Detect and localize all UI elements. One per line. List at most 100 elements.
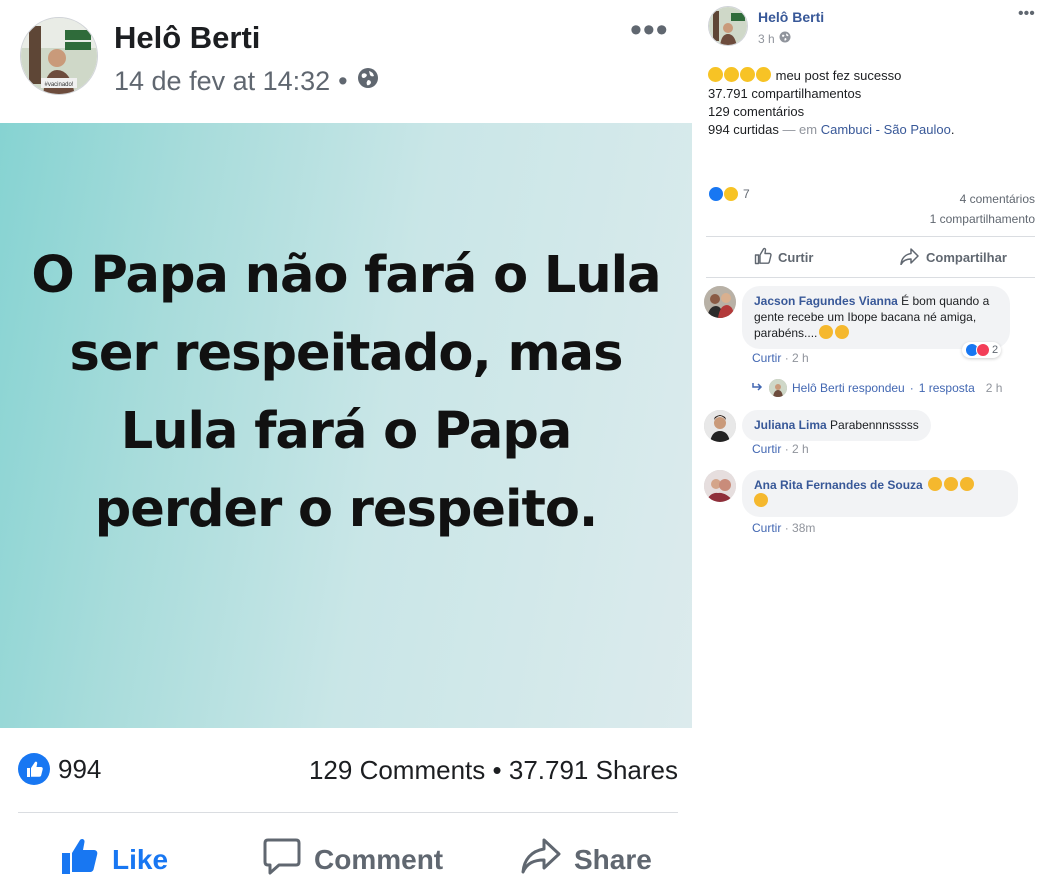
comment-bubble: Juliana Lima Parabennnsssss xyxy=(742,410,931,441)
like-button[interactable]: Like xyxy=(60,836,168,883)
share-label: Share xyxy=(574,843,652,875)
share-button[interactable]: Compartilhar xyxy=(900,247,1007,268)
reply-count: 1 resposta xyxy=(918,381,975,395)
comment-time[interactable]: 38m xyxy=(792,521,815,535)
replier-avatar xyxy=(769,379,787,397)
comment-like-link[interactable]: Curtir xyxy=(752,442,781,456)
comment-like-link[interactable]: Curtir xyxy=(752,521,781,535)
author-name[interactable]: Helô Berti xyxy=(758,9,824,25)
footer-dot: · xyxy=(784,442,793,456)
comments-shares-summary: 129 Comments • 37.791 Shares xyxy=(309,755,678,786)
comment-time[interactable]: 2 h xyxy=(792,442,809,456)
reply-text: Helô Berti respondeu xyxy=(792,381,905,395)
comment-author[interactable]: Jacson Fagundes Vianna xyxy=(754,294,898,308)
comment-footer: Curtir · 38m xyxy=(752,521,815,535)
comment-count[interactable]: 4 comentários xyxy=(930,189,1035,209)
location-link[interactable]: Cambuci - São Pauloo xyxy=(821,122,951,137)
clapping-hands-icon xyxy=(754,493,768,507)
likes-text: 994 curtidas xyxy=(708,122,779,137)
footer-dot: · xyxy=(784,351,793,365)
post-quote-text: O Papa não fará o Lula ser respeitado, m… xyxy=(31,246,661,539)
reaction-count: 7 xyxy=(743,187,750,201)
likes-count: 994 xyxy=(58,753,102,784)
comment-like-link[interactable]: Curtir xyxy=(752,351,781,365)
comment-bubble: Jacson Fagundes Vianna É bom quando a ge… xyxy=(742,286,1010,349)
post-line-1-text: meu post fez sucesso xyxy=(775,68,902,83)
post-image[interactable]: O Papa não fará o Lula ser respeitado, m… xyxy=(0,123,692,728)
post-line-4: 994 curtidas — em Cambuci - São Pauloo. xyxy=(708,121,954,139)
commenter-avatar[interactable] xyxy=(704,286,736,318)
globe-icon xyxy=(779,31,791,46)
comment-bubble-icon xyxy=(262,836,302,883)
comment-item: Juliana Lima Parabennnsssss Curtir · 2 h xyxy=(704,410,1034,460)
post-meta: 14 de fev at 14:32 • xyxy=(114,66,380,97)
clapping-hands-icon xyxy=(928,477,943,491)
period: . xyxy=(950,122,955,137)
commenter-avatar[interactable] xyxy=(704,470,736,502)
astonished-emoji-icon xyxy=(708,67,723,82)
like-label: Like xyxy=(112,843,169,875)
globe-icon xyxy=(356,66,380,97)
thumbs-up-icon xyxy=(60,836,100,883)
comment-item: Jacson Fagundes Vianna É bom quando a ge… xyxy=(704,286,1034,376)
haha-reaction-icon xyxy=(723,186,739,202)
divider xyxy=(18,812,678,813)
comment-bubble: Ana Rita Fernandes de Souza xyxy=(742,470,1018,517)
comment-reaction-count: 2 xyxy=(992,344,999,356)
clapping-hands-icon xyxy=(835,325,850,339)
meta-separator: • xyxy=(338,66,348,96)
comment-reactions[interactable]: 2 xyxy=(962,342,1002,358)
like-reaction-icon xyxy=(708,186,724,202)
post-line-3: 129 comentários xyxy=(708,104,805,119)
comments-count[interactable]: 129 Comments xyxy=(309,755,485,785)
counts-separator: • xyxy=(492,755,502,785)
comment-time[interactable]: 2 h xyxy=(792,351,809,365)
comment-footer: Curtir · 2 h xyxy=(752,351,809,365)
post-line-2: 37.791 compartilhamentos xyxy=(708,86,862,101)
share-count[interactable]: 1 compartilhamento xyxy=(930,209,1035,229)
commenter-avatar[interactable] xyxy=(704,410,736,442)
like-label: Curtir xyxy=(778,250,814,265)
at-connector: — em xyxy=(778,122,821,137)
more-options-icon[interactable]: ••• xyxy=(1018,5,1035,23)
reply-dot: · xyxy=(909,381,914,395)
post-time[interactable]: 3 h xyxy=(758,32,775,46)
avatar-caption: #vacinado! xyxy=(44,82,73,88)
clapping-hands-icon xyxy=(944,477,959,491)
comment-author[interactable]: Ana Rita Fernandes de Souza xyxy=(754,478,923,492)
reactions-summary[interactable]: 7 xyxy=(708,186,750,202)
desktop-post: Helô Berti 3 h ••• meu post fez sucesso … xyxy=(692,0,1047,886)
author-name[interactable]: Helô Berti xyxy=(114,20,260,56)
comment-author[interactable]: Juliana Lima xyxy=(754,418,827,432)
post-actions: Like Comment Share xyxy=(0,830,692,886)
likes-summary[interactable]: 994 xyxy=(18,753,101,785)
shares-count[interactable]: 37.791 Shares xyxy=(509,755,678,785)
divider xyxy=(706,236,1035,237)
like-button[interactable]: Curtir xyxy=(754,247,813,268)
love-reaction-icon xyxy=(976,343,990,357)
post-meta: 3 h xyxy=(758,31,791,46)
comment-item: Ana Rita Fernandes de Souza Curtir · 38m xyxy=(704,470,1034,540)
share-arrow-icon xyxy=(900,247,920,268)
more-options-icon[interactable]: ••• xyxy=(630,13,669,47)
replies-link[interactable]: Helô Berti respondeu · 1 resposta 2 h xyxy=(752,379,1002,397)
post-actions: Curtir Compartilhar xyxy=(692,244,1047,270)
thumbs-up-icon xyxy=(754,247,772,268)
divider xyxy=(706,277,1035,278)
comment-label: Comment xyxy=(314,843,444,875)
footer-dot: · xyxy=(784,521,793,535)
author-avatar[interactable] xyxy=(708,6,748,46)
astonished-emoji-icon xyxy=(740,67,755,82)
post-date[interactable]: 14 de fev at 14:32 xyxy=(114,66,330,97)
engagement-counts: 4 comentários 1 compartilhamento xyxy=(930,189,1035,229)
reply-arrow-icon xyxy=(752,381,764,395)
post-line-1: meu post fez sucesso xyxy=(708,67,954,85)
share-button[interactable]: Share xyxy=(520,836,652,883)
author-avatar[interactable]: #vacinado! xyxy=(20,17,98,95)
post-text: meu post fez sucesso 37.791 compartilham… xyxy=(708,67,954,139)
reply-time: 2 h xyxy=(985,381,1003,395)
share-label: Compartilhar xyxy=(926,250,1007,265)
comment-text: Parabennnsssss xyxy=(830,418,919,432)
astonished-emoji-icon xyxy=(756,67,771,82)
clapping-hands-icon xyxy=(960,477,975,491)
